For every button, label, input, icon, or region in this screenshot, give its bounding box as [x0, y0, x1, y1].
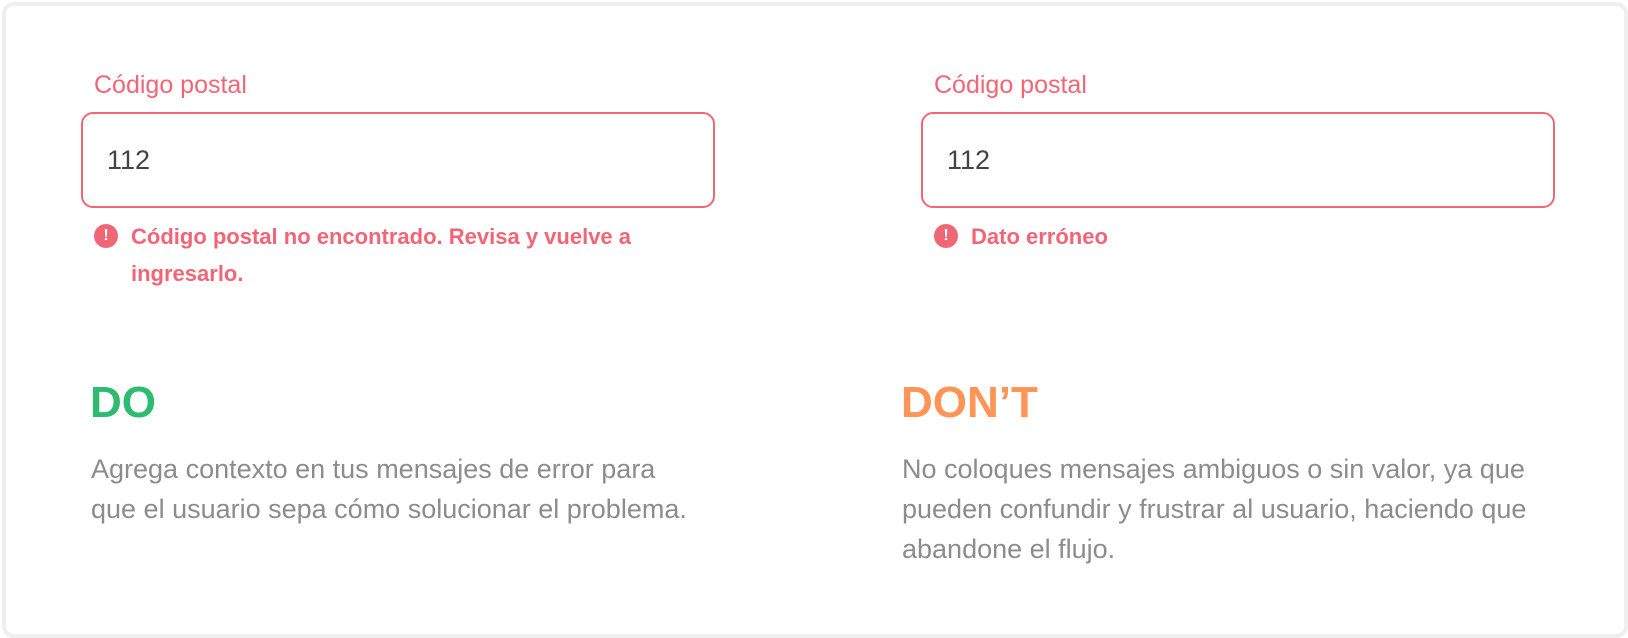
do-heading: DO	[90, 378, 156, 427]
do-description: Agrega contexto en tus mensajes de error…	[91, 454, 687, 524]
exclamation-circle-icon: !	[94, 224, 118, 248]
exclamation-circle-icon: !	[934, 224, 958, 248]
postal-code-input[interactable]	[921, 112, 1555, 208]
dont-heading: DON’T	[901, 378, 1038, 427]
error-message: ! Dato erróneo	[934, 218, 1534, 255]
postal-code-input[interactable]	[81, 112, 715, 208]
error-message: ! Código postal no encontrado. Revisa y …	[94, 218, 694, 292]
error-text: Código postal no encontrado. Revisa y vu…	[131, 224, 632, 286]
postal-code-label: Código postal	[94, 71, 247, 99]
error-text: Dato erróneo	[971, 224, 1108, 249]
postal-code-label: Código postal	[934, 71, 1087, 99]
dont-description: No coloques mensajes ambiguos o sin valo…	[902, 454, 1527, 564]
